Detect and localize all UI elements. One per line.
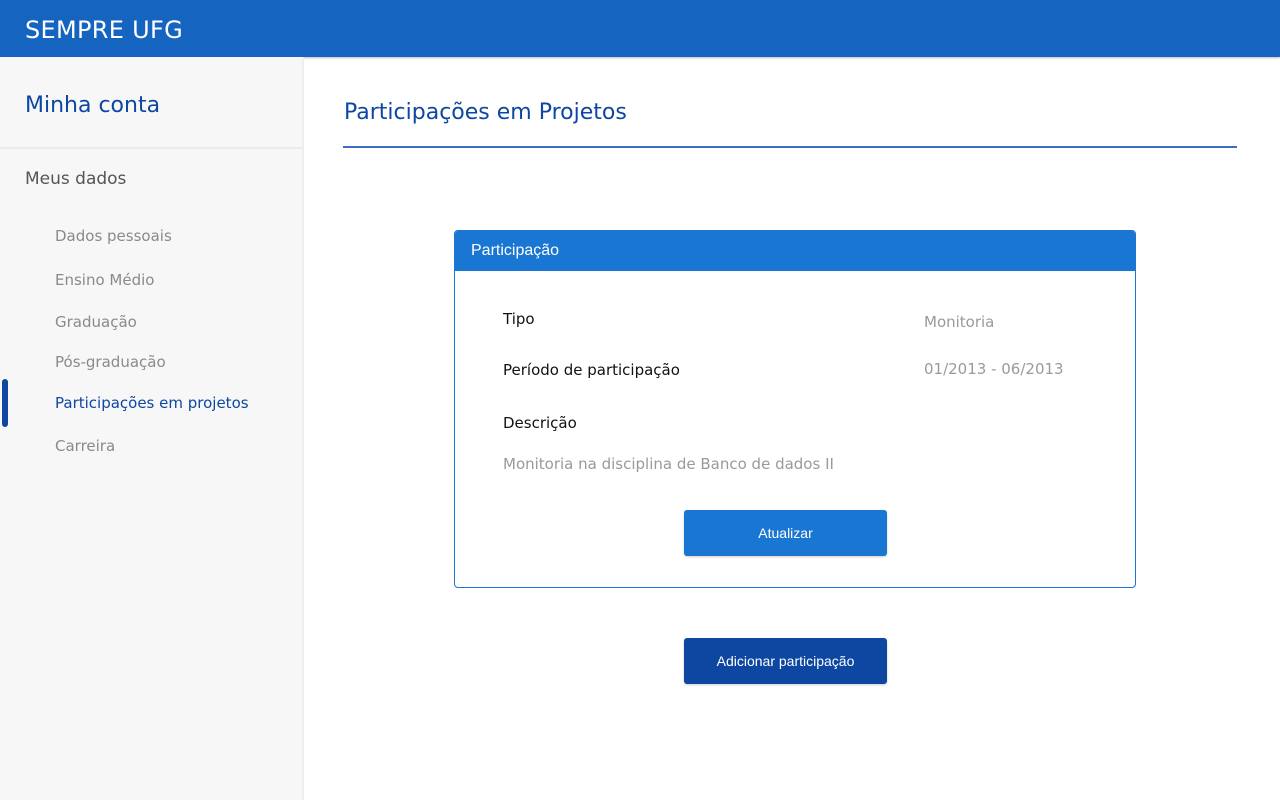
account-title: Minha conta (25, 93, 161, 118)
periodo-value: 01/2013 - 06/2013 (924, 360, 1064, 378)
card-header: Participação (455, 231, 1135, 271)
sidebar-item-carreira[interactable]: Carreira (55, 437, 115, 455)
periodo-label: Período de participação (503, 361, 680, 379)
app-title: SEMPRE UFG (25, 16, 184, 44)
tipo-label: Tipo (503, 310, 535, 328)
tipo-value: Monitoria (924, 313, 995, 331)
descricao-label: Descrição (503, 414, 577, 432)
sidebar-item-pos-graduacao[interactable]: Pós-graduação (55, 353, 166, 371)
top-app-bar: SEMPRE UFG (0, 0, 1280, 57)
add-participation-button[interactable]: Adicionar participação (684, 638, 887, 684)
title-divider (343, 146, 1237, 148)
participation-card: Participação Tipo Monitoria Período de p… (454, 230, 1136, 588)
active-item-indicator (2, 379, 8, 427)
sidebar-item-graduacao[interactable]: Graduação (55, 313, 137, 331)
page-title: Participações em Projetos (344, 100, 627, 125)
sidebar-header: Minha conta (0, 57, 302, 149)
sidebar: Minha conta Meus dados Dados pessoais En… (0, 57, 304, 800)
sidebar-item-dados-pessoais[interactable]: Dados pessoais (55, 227, 172, 245)
sidebar-item-ensino-medio[interactable]: Ensino Médio (55, 271, 154, 289)
update-button[interactable]: Atualizar (684, 510, 887, 556)
descricao-value: Monitoria na disciplina de Banco de dado… (503, 455, 834, 473)
card-header-title: Participação (471, 242, 560, 259)
section-title-meus-dados: Meus dados (25, 169, 127, 189)
sidebar-item-participacoes-em-projetos[interactable]: Participações em projetos (55, 394, 249, 412)
